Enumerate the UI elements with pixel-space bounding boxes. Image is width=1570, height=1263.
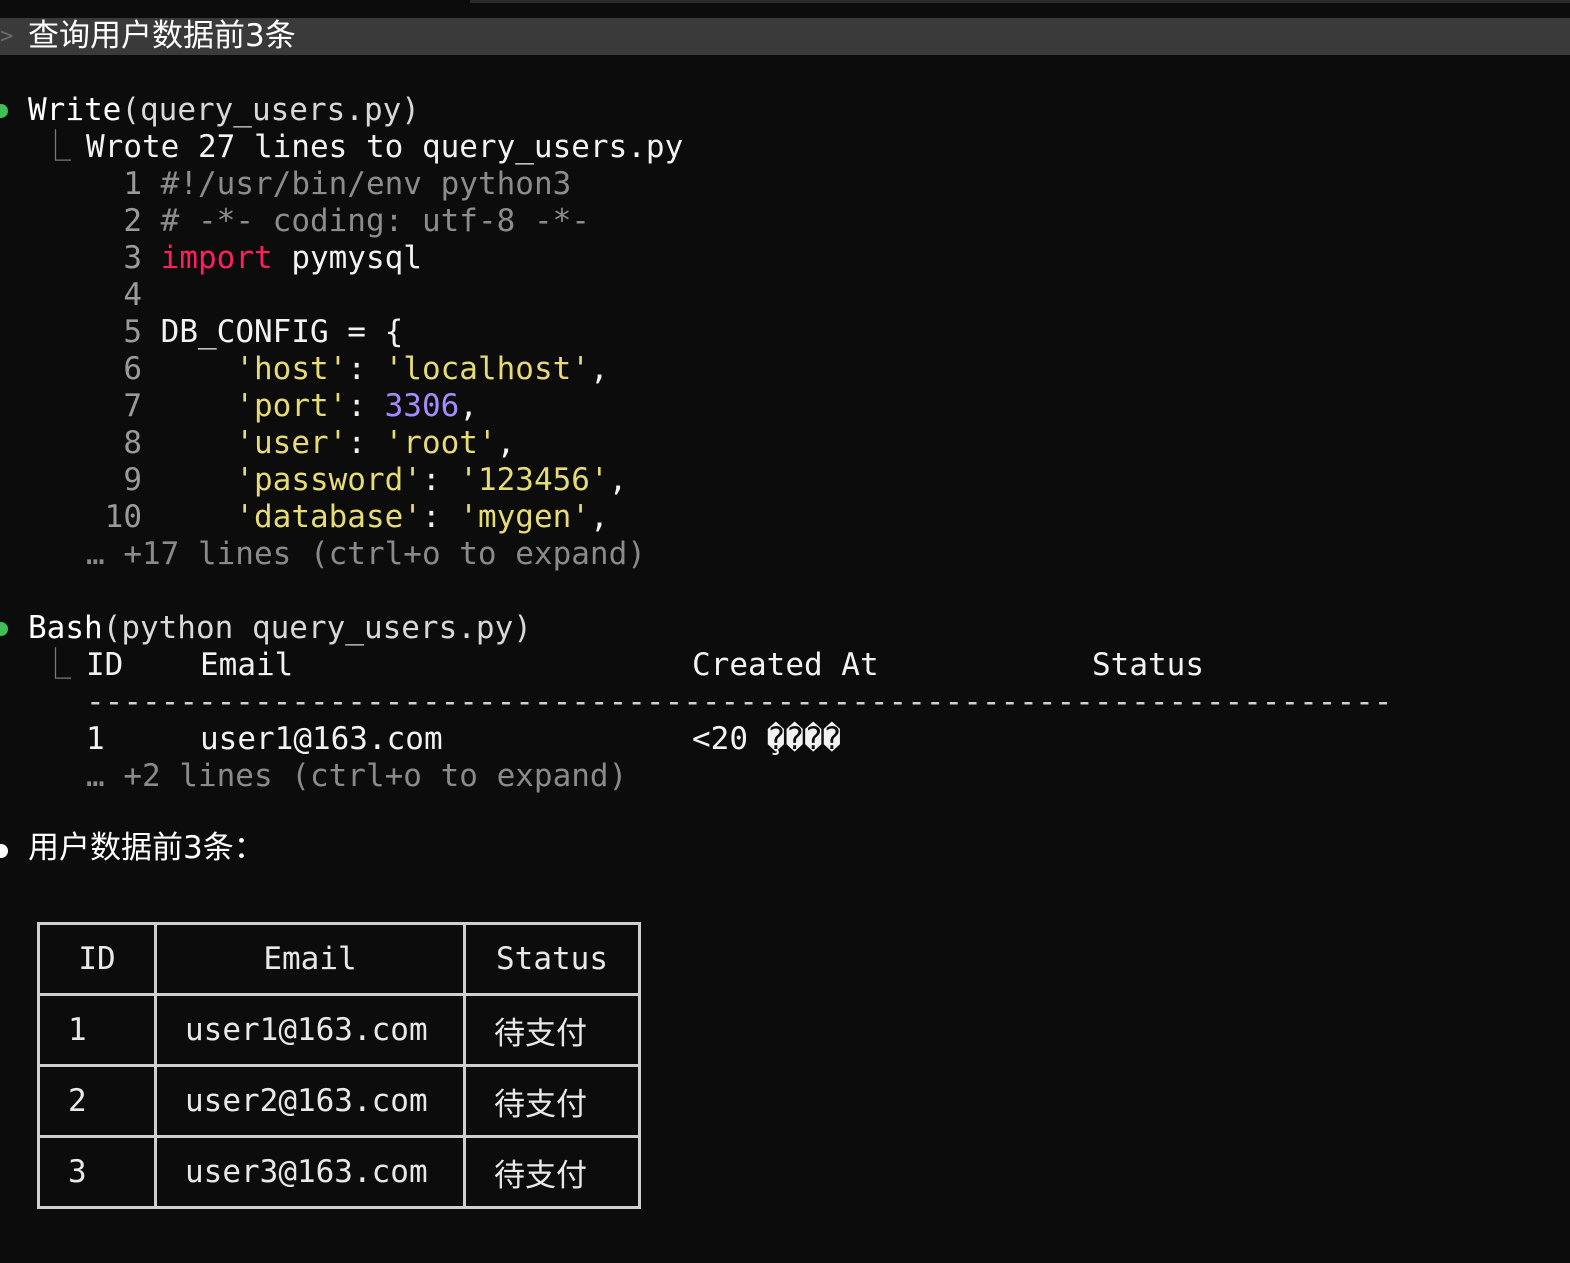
table-row: 1 user1@163.com 待支付 <box>37 993 641 1067</box>
output-header-status: Status <box>1092 647 1204 683</box>
cell-status: 待支付 <box>463 1135 641 1209</box>
cell-status: 待支付 <box>463 1064 641 1138</box>
code-line: 8 'user': 'root', <box>123 425 516 461</box>
output-row-email: user1@163.com <box>200 721 443 757</box>
cell-email: user3@163.com <box>154 1135 466 1209</box>
table-header-status: Status <box>463 922 641 996</box>
write-tool-call[interactable]: Write(query_users.py) <box>28 92 420 129</box>
tool-args: (query_users.py) <box>121 92 420 128</box>
tool-status-dot-icon <box>0 622 8 636</box>
tool-status-dot-icon <box>0 104 8 118</box>
table-header-row: ID Email Status <box>37 922 641 996</box>
table-row: 2 user2@163.com 待支付 <box>37 1064 641 1138</box>
code-line: 6 'host': 'localhost', <box>123 351 609 387</box>
users-table: ID Email Status 1 user1@163.com 待支付 2 us… <box>37 922 641 1209</box>
code-line: 3 import pymysql <box>123 240 422 276</box>
code-line: 1 #!/usr/bin/env python3 <box>123 166 572 202</box>
bash-tool-call[interactable]: Bash(python query_users.py) <box>28 610 532 647</box>
output-separator: ----------------------------------------… <box>86 684 1393 720</box>
tool-name: Write <box>28 92 122 128</box>
tool-name: Bash <box>28 610 103 646</box>
code-line: 5 DB_CONFIG = { <box>123 314 404 350</box>
cell-id: 3 <box>37 1135 157 1209</box>
cell-email: user2@163.com <box>154 1064 466 1138</box>
table-header-email: Email <box>154 922 466 996</box>
cell-email: user1@163.com <box>154 993 466 1067</box>
code-line: 9 'password': '123456', <box>123 462 628 498</box>
prompt-caret-icon: > <box>0 24 14 49</box>
tree-elbow-icon: ⎿ <box>40 647 71 683</box>
code-line: 4 <box>123 277 142 313</box>
code-line: 7 'port': 3306, <box>123 388 478 424</box>
tool-args: (python query_users.py) <box>102 610 532 646</box>
output-row-created: <20 ̧���� <box>692 721 842 757</box>
output-row-id: 1 <box>86 721 105 757</box>
table-header-id: ID <box>37 922 157 996</box>
write-result: Wrote 27 lines to query_users.py <box>86 129 684 165</box>
output-header-created: Created At <box>692 647 879 683</box>
cell-status: 待支付 <box>463 993 641 1067</box>
assistant-summary: 用户数据前3条： <box>28 830 265 866</box>
message-bullet-icon <box>0 844 8 858</box>
output-header-id: ID <box>86 647 124 683</box>
code-line: 2 # -*- coding: utf-8 -*- <box>123 203 590 239</box>
expand-hint[interactable]: … +17 lines (ctrl+o to expand) <box>86 536 646 573</box>
cell-id: 1 <box>37 993 157 1067</box>
cell-id: 2 <box>37 1064 157 1138</box>
tree-elbow-icon: ⎿ <box>40 129 71 165</box>
code-line: 10 'database': 'mygen', <box>104 499 609 535</box>
user-prompt-text: 查询用户数据前3条 <box>28 18 296 54</box>
top-divider <box>470 0 1570 3</box>
table-row: 3 user3@163.com 待支付 <box>37 1135 641 1209</box>
expand-hint[interactable]: … +2 lines (ctrl+o to expand) <box>86 758 627 795</box>
output-header-email: Email <box>200 647 294 683</box>
